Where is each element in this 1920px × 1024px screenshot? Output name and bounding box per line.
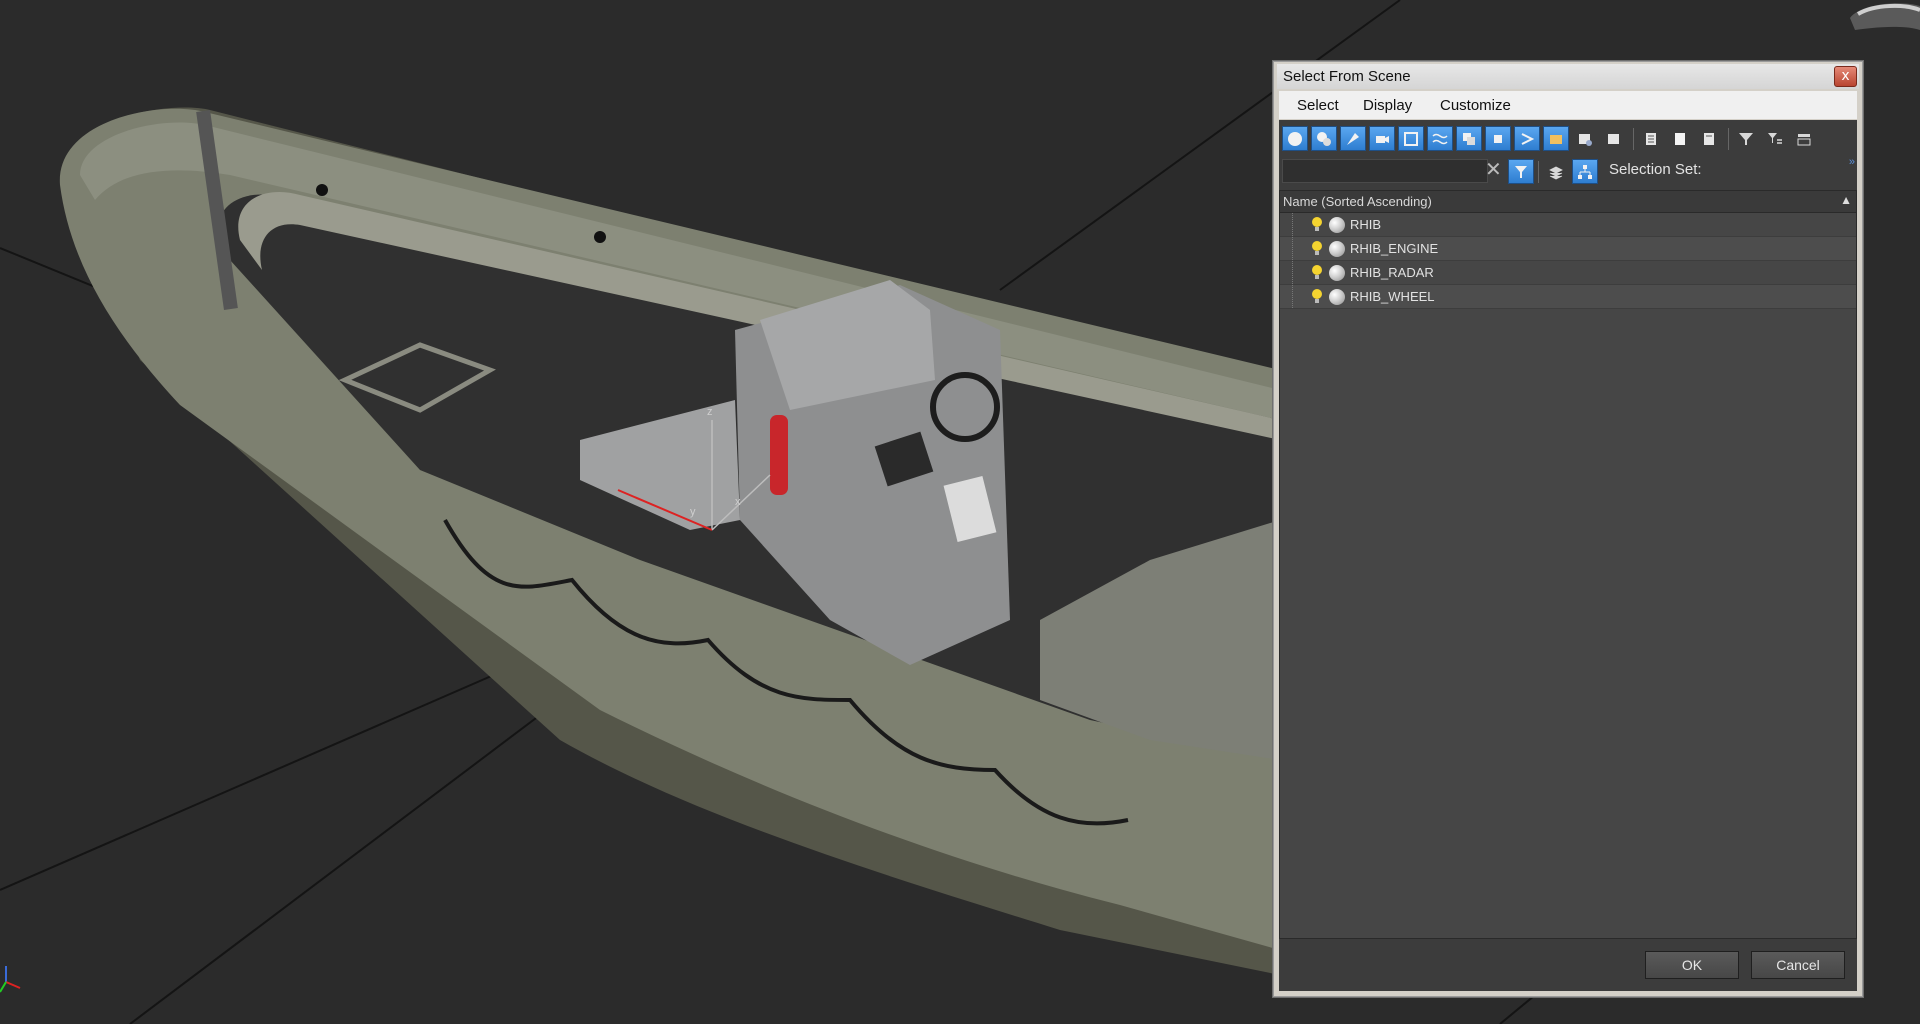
blank-page-icon [1675, 132, 1685, 145]
filter-icon [1739, 132, 1753, 145]
search-input[interactable] [1282, 159, 1488, 183]
tree-line [1292, 237, 1303, 260]
select-geometry-icon [1317, 131, 1331, 146]
groups-filter-button[interactable] [1456, 126, 1482, 151]
columns-icon [1797, 133, 1811, 145]
filter-find-icon [1515, 165, 1527, 178]
select-bones-icon [1521, 132, 1535, 145]
layers-icon [1549, 166, 1563, 179]
frozen-filter-button[interactable] [1572, 126, 1598, 151]
dialog-titlebar[interactable]: Select From Scene x [1277, 64, 1859, 89]
display-none-button[interactable] [1667, 126, 1693, 151]
dialog-title: Select From Scene [1283, 68, 1411, 85]
select-xrefs-icon [1494, 134, 1502, 143]
dialog-content: ✕ Selection Set: » Name (Sorted Ascendin… [1279, 120, 1857, 991]
light-bulb-icon[interactable] [1310, 288, 1324, 305]
layers-button[interactable] [1543, 159, 1569, 184]
filter-options-icon [1768, 132, 1782, 144]
select-containers-icon [1550, 134, 1562, 144]
object-sphere-icon[interactable] [1329, 289, 1345, 305]
columns-button[interactable] [1791, 126, 1817, 151]
name-column-label: Name (Sorted Ascending) [1283, 194, 1432, 209]
light-bulb-icon[interactable] [1310, 240, 1324, 257]
geometry-filter-button[interactable] [1311, 126, 1337, 151]
gizmo-y-label: y [690, 506, 696, 518]
menu-select[interactable]: Select [1297, 97, 1339, 114]
gizmo-z-label: z [707, 406, 713, 418]
display-invert-button[interactable] [1696, 126, 1722, 151]
cameras-filter-button[interactable] [1369, 126, 1395, 151]
select-hidden-icon [1608, 133, 1619, 144]
list-view-button[interactable] [1638, 126, 1664, 151]
close-button[interactable]: x [1834, 66, 1857, 87]
spacewarps-filter-button[interactable] [1427, 126, 1453, 151]
select-lights-icon [1347, 132, 1359, 145]
light-bulb-icon[interactable] [1310, 216, 1324, 233]
bones-filter-button[interactable] [1514, 126, 1540, 151]
select-helpers-icon [1404, 131, 1418, 146]
select-spacewarps-icon [1432, 133, 1448, 144]
helpers-filter-button[interactable] [1398, 126, 1424, 151]
list-item[interactable]: RHIB_WHEEL [1280, 285, 1856, 309]
object-sphere-icon[interactable] [1329, 217, 1345, 233]
object-name: RHIB_WHEEL [1350, 289, 1435, 304]
menu-bar: Select Display Customize [1279, 91, 1857, 119]
menu-display[interactable]: Display [1363, 97, 1412, 114]
page-icon [1704, 132, 1714, 145]
list-item[interactable]: RHIB_ENGINE [1280, 237, 1856, 261]
tree-line [1292, 261, 1303, 284]
select-all-button[interactable] [1282, 126, 1308, 151]
object-sphere-icon[interactable] [1329, 241, 1345, 257]
cancel-button[interactable]: Cancel [1751, 951, 1845, 979]
list-item[interactable]: RHIB_RADAR [1280, 261, 1856, 285]
object-name: RHIB_ENGINE [1350, 241, 1439, 256]
light-bulb-icon[interactable] [1310, 264, 1324, 281]
close-icon: x [1841, 68, 1850, 84]
gizmo-x-label: x [735, 496, 741, 508]
clear-search-icon[interactable]: ✕ [1485, 157, 1502, 181]
fire-extinguisher [770, 415, 788, 495]
hierarchy-button[interactable] [1572, 159, 1598, 184]
object-name: RHIB [1350, 217, 1382, 232]
sort-ascending-icon[interactable]: ▲ [1840, 193, 1852, 207]
select-frozen-icon [1579, 133, 1592, 146]
scene-object-list[interactable]: Name (Sorted Ascending) ▲ RHIB RHIB_ENGI… [1279, 190, 1857, 939]
menu-customize[interactable]: Customize [1440, 97, 1511, 114]
list-item[interactable]: RHIB [1280, 213, 1856, 237]
filter-options-button[interactable] [1762, 126, 1788, 151]
selection-set-label: Selection Set: [1609, 161, 1702, 178]
object-sphere-icon[interactable] [1329, 265, 1345, 281]
xrefs-filter-button[interactable] [1485, 126, 1511, 151]
object-name: RHIB_RADAR [1350, 265, 1434, 280]
dialog-footer: OK Cancel [1279, 939, 1857, 991]
find-case-button[interactable] [1508, 159, 1534, 184]
list-column-header[interactable]: Name (Sorted Ascending) ▲ [1280, 191, 1856, 213]
list-view-icon [1646, 132, 1656, 145]
containers-filter-button[interactable] [1543, 126, 1569, 151]
select-groups-icon [1463, 132, 1475, 145]
select-cameras-icon [1376, 135, 1389, 143]
lights-filter-button[interactable] [1340, 126, 1366, 151]
select-all-icon [1288, 131, 1302, 146]
tree-line [1292, 213, 1303, 236]
hidden-filter-button[interactable] [1601, 126, 1627, 151]
chevron-right-icon[interactable]: » [1849, 156, 1855, 168]
select-from-scene-dialog: Select From Scene x Select Display Custo… [1272, 60, 1864, 998]
tree-line [1292, 285, 1303, 308]
ok-button[interactable]: OK [1645, 951, 1739, 979]
hierarchy-icon [1578, 164, 1592, 179]
filter-button[interactable] [1733, 126, 1759, 151]
search-bar: ✕ Selection Set: » [1279, 156, 1857, 186]
filter-toolbar [1279, 120, 1857, 156]
